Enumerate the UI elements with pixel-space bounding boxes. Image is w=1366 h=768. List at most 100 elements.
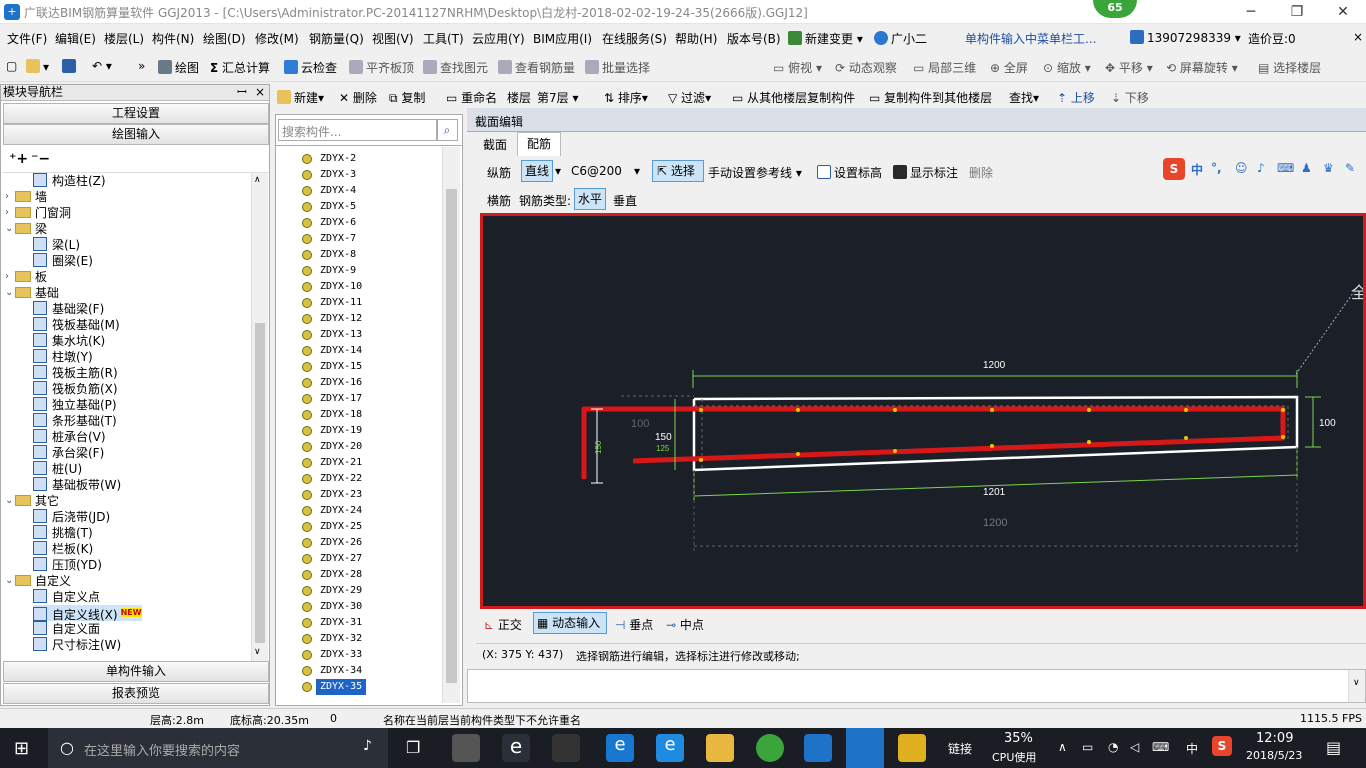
tree-item[interactable]: 自定义面 (33, 621, 100, 637)
menu-bim[interactable]: BIM应用(I) (533, 30, 592, 47)
line-mode-button[interactable]: 直线 (521, 160, 553, 182)
taskbar-search[interactable]: ○ 在这里输入你要搜索的内容 ♪ (48, 728, 388, 768)
menu-version[interactable]: 版本号(B) (727, 30, 781, 47)
perpendicular-button[interactable]: ⊣ 垂点 (615, 616, 653, 633)
delete-rebar-button[interactable]: 删除 (969, 164, 993, 181)
floor-select[interactable]: 第7层 ▾ (537, 89, 578, 106)
menu-cloud[interactable]: 云应用(Y) (472, 30, 525, 47)
section-drawing[interactable]: 全 1200 100 100 150 150 125 1201 1200 (483, 216, 1363, 606)
component-list-item[interactable]: ZDYX-15 (320, 359, 362, 375)
tree-item[interactable]: 筏板主筋(R) (33, 365, 118, 381)
keyboard-icon[interactable]: ⌨ (1152, 740, 1169, 754)
glodon-active-icon[interactable] (846, 728, 884, 768)
task-view-icon[interactable]: ❐ (406, 738, 420, 757)
expand-chevron-icon[interactable]: › (5, 189, 9, 205)
set-elevation-button[interactable]: 设置标高 (817, 164, 882, 181)
component-list-item[interactable]: ZDYX-33 (320, 647, 362, 663)
tree-item[interactable]: 尺寸标注(W) (33, 637, 121, 653)
select-floor-button[interactable]: ▤ 选择楼层 (1258, 59, 1321, 76)
expand-chevron-icon[interactable]: › (5, 269, 9, 285)
keyboard-icon[interactable]: ⌨ (1277, 161, 1294, 175)
tree-folder[interactable]: › 墙 (5, 189, 47, 205)
tree-item[interactable]: 桩承台(V) (33, 429, 106, 445)
tree-item[interactable]: 圈梁(E) (33, 253, 93, 269)
tree-folder[interactable]: ⌄ 基础 (5, 285, 59, 301)
tree-item[interactable]: 条形基础(T) (33, 413, 117, 429)
drawing-canvas[interactable]: 全 1200 100 100 150 150 125 1201 1200 (480, 213, 1366, 609)
tree-folder[interactable]: ⌄ 梁 (5, 221, 47, 237)
flat-top-button[interactable]: 平齐板顶 (349, 59, 414, 76)
overflow-chevron-icon[interactable]: » (138, 59, 145, 73)
output-scrollbar[interactable]: ∨ (1348, 670, 1365, 702)
component-list-item[interactable]: ZDYX-25 (320, 519, 362, 535)
pan-button[interactable]: ✥ 平移 ▾ (1105, 59, 1153, 76)
show-dim-button[interactable]: 显示标注 (893, 164, 958, 181)
new-component-button[interactable]: 新建▾ (277, 89, 324, 106)
menu-view[interactable]: 视图(V) (372, 30, 414, 47)
component-list-item[interactable]: ZDYX-32 (320, 631, 362, 647)
find-button[interactable]: 查找▾ (1009, 89, 1039, 106)
collapse-chevron-icon[interactable]: ⌄ (5, 573, 13, 589)
horizontal-button[interactable]: 水平 (574, 188, 606, 210)
ime-indicator[interactable]: 中 (1186, 740, 1198, 757)
notification-icon[interactable]: ▤ (1326, 738, 1341, 757)
copy-component-button[interactable]: ⧉ 复制 (389, 89, 425, 106)
fullscreen-button[interactable]: ⊕ 全屏 (990, 59, 1028, 76)
collapse-chevron-icon[interactable]: ⌄ (5, 285, 13, 301)
new-file-icon[interactable]: ▢ (6, 59, 17, 73)
tree-item[interactable]: 栏板(K) (33, 541, 93, 557)
component-list-item[interactable]: ZDYX-2 (320, 151, 356, 167)
component-list-item[interactable]: ZDYX-19 (320, 423, 362, 439)
filter-button[interactable]: ▽ 过滤▾ (668, 89, 711, 106)
view-rebar-button[interactable]: 查看钢筋量 (498, 59, 575, 76)
undo-icon[interactable]: ↶ ▾ (92, 59, 112, 73)
dynamic-view-button[interactable]: ⟳ 动态观察 (835, 59, 897, 76)
user-icon[interactable]: ♟ (1301, 161, 1312, 175)
tree-item[interactable]: 集水坑(K) (33, 333, 105, 349)
tree-folder[interactable]: ⌄ 自定义 (5, 573, 71, 589)
menu-online[interactable]: 在线服务(S) (602, 30, 667, 47)
tab-section[interactable]: 截面 (475, 134, 515, 156)
tab-rebar[interactable]: 配筋 (517, 132, 561, 156)
component-list-item[interactable]: ZDYX-16 (320, 375, 362, 391)
component-list-item[interactable]: ZDYX-34 (320, 663, 362, 679)
component-list-item[interactable]: ZDYX-7 (320, 231, 356, 247)
component-list-item[interactable]: ZDYX-4 (320, 183, 356, 199)
line-dropdown-icon[interactable]: ▾ (555, 164, 561, 178)
account-menu[interactable]: 13907298339 ▾ (1130, 30, 1241, 45)
tree-item[interactable]: 柱墩(Y) (33, 349, 93, 365)
tab-project-settings[interactable]: 工程设置 (3, 103, 269, 124)
scroll-thumb[interactable] (255, 323, 265, 643)
menu-tools[interactable]: 工具(T) (423, 30, 464, 47)
move-down-button[interactable]: ⇣ 下移 (1111, 89, 1149, 106)
transverse-label[interactable]: 横筋 (487, 192, 511, 209)
ime-punct-mode[interactable]: °, (1211, 161, 1222, 175)
tree-item[interactable]: 后浇带(JD) (33, 509, 110, 525)
component-list-item[interactable]: ZDYX-8 (320, 247, 356, 263)
top-view-button[interactable]: ▭ 俯视 ▾ (773, 59, 822, 76)
notification-badge[interactable]: 65 (1093, 0, 1137, 18)
ie-icon[interactable]: e (656, 734, 684, 762)
component-list-item[interactable]: ZDYX-13 (320, 327, 362, 343)
move-up-button[interactable]: ⇡ 上移 (1057, 89, 1095, 106)
windows-start-icon[interactable]: ⊞ (14, 738, 29, 759)
menu-close-x[interactable]: × (1353, 30, 1363, 44)
microphone-icon[interactable]: ♪ (1257, 161, 1265, 175)
component-list-item[interactable]: ZDYX-6 (320, 215, 356, 231)
component-list-item[interactable]: ZDYX-12 (320, 311, 362, 327)
wrench-icon[interactable]: ✎ (1345, 161, 1355, 175)
tip-link[interactable]: 单构件输入中菜单栏工... (965, 30, 1096, 47)
tree-item[interactable]: 筏板基础(M) (33, 317, 120, 333)
zoom-button[interactable]: ⊙ 缩放 ▾ (1043, 59, 1091, 76)
component-list-scrollbar[interactable] (442, 147, 460, 703)
component-list-item[interactable]: ZDYX-24 (320, 503, 362, 519)
close-icon[interactable]: × (255, 85, 265, 100)
midpoint-button[interactable]: ⊸ 中点 (666, 616, 704, 633)
select-button[interactable]: ⇱ 选择 (652, 160, 704, 182)
spec-dropdown-icon[interactable]: ▾ (634, 164, 640, 178)
ime-chinese-mode[interactable]: 中 (1191, 161, 1203, 178)
tray-chevron-icon[interactable]: ∧ (1058, 740, 1067, 754)
vertical-button[interactable]: 垂直 (613, 192, 637, 209)
collapse-chevron-icon[interactable]: ⌄ (5, 493, 13, 509)
tree-item[interactable]: 桩(U) (33, 461, 82, 477)
